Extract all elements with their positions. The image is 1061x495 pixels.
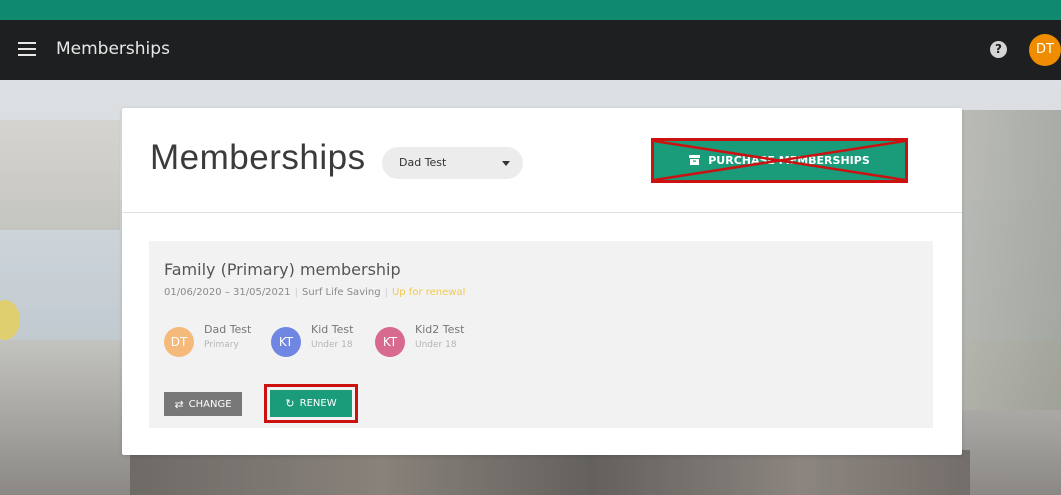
membership-panel: Family (Primary) membership 01/06/2020 –… bbox=[149, 241, 933, 428]
renew-label: RENEW bbox=[299, 398, 337, 409]
caret-down-icon bbox=[502, 161, 510, 166]
page-title: Memberships bbox=[150, 138, 366, 177]
user-avatar[interactable]: DT bbox=[1029, 34, 1061, 66]
membership-title: Family (Primary) membership bbox=[164, 260, 401, 279]
member-name: Dad Test bbox=[204, 323, 252, 336]
member-name: Kid Test bbox=[311, 323, 354, 336]
app-bar: Memberships ? DT bbox=[0, 20, 1061, 80]
member-select-value: Dad Test bbox=[399, 156, 447, 169]
memberships-card: Memberships Dad Test PURCHASE MEMBERSHIP… bbox=[122, 108, 962, 455]
member-role: Under 18 bbox=[311, 340, 353, 350]
avatar: DT bbox=[164, 327, 194, 357]
app-title: Memberships bbox=[56, 39, 170, 59]
member-select[interactable]: Dad Test bbox=[382, 147, 523, 179]
member-role: Under 18 bbox=[415, 340, 457, 350]
change-label: CHANGE bbox=[188, 398, 232, 410]
member-name: Kid2 Test bbox=[415, 323, 465, 336]
purchase-memberships-button[interactable]: PURCHASE MEMBERSHIPS bbox=[651, 138, 908, 183]
cross-out-mark bbox=[654, 141, 905, 180]
top-accent-bar bbox=[0, 0, 1061, 20]
avatar: KT bbox=[375, 327, 405, 357]
member-item: KT Kid Test Under 18 bbox=[271, 323, 361, 357]
change-button[interactable]: ⇄ CHANGE bbox=[164, 392, 242, 416]
menu-icon[interactable] bbox=[18, 42, 36, 56]
swap-icon: ⇄ bbox=[174, 397, 184, 411]
renew-button[interactable]: ↻ RENEW bbox=[270, 390, 352, 417]
membership-status: Up for renewal bbox=[391, 287, 466, 298]
avatar: KT bbox=[271, 327, 301, 357]
member-item: KT Kid2 Test Under 18 bbox=[375, 323, 465, 357]
membership-organisation: Surf Life Saving bbox=[302, 287, 381, 298]
membership-meta: 01/06/2020 – 31/05/2021 | Surf Life Saving… bbox=[164, 287, 466, 298]
member-item: DT Dad Test Primary bbox=[164, 323, 254, 357]
membership-dates: 01/06/2020 – 31/05/2021 bbox=[164, 287, 291, 298]
divider bbox=[122, 212, 962, 213]
help-icon[interactable]: ? bbox=[990, 41, 1007, 58]
refresh-icon: ↻ bbox=[285, 397, 295, 410]
member-role: Primary bbox=[204, 340, 239, 350]
